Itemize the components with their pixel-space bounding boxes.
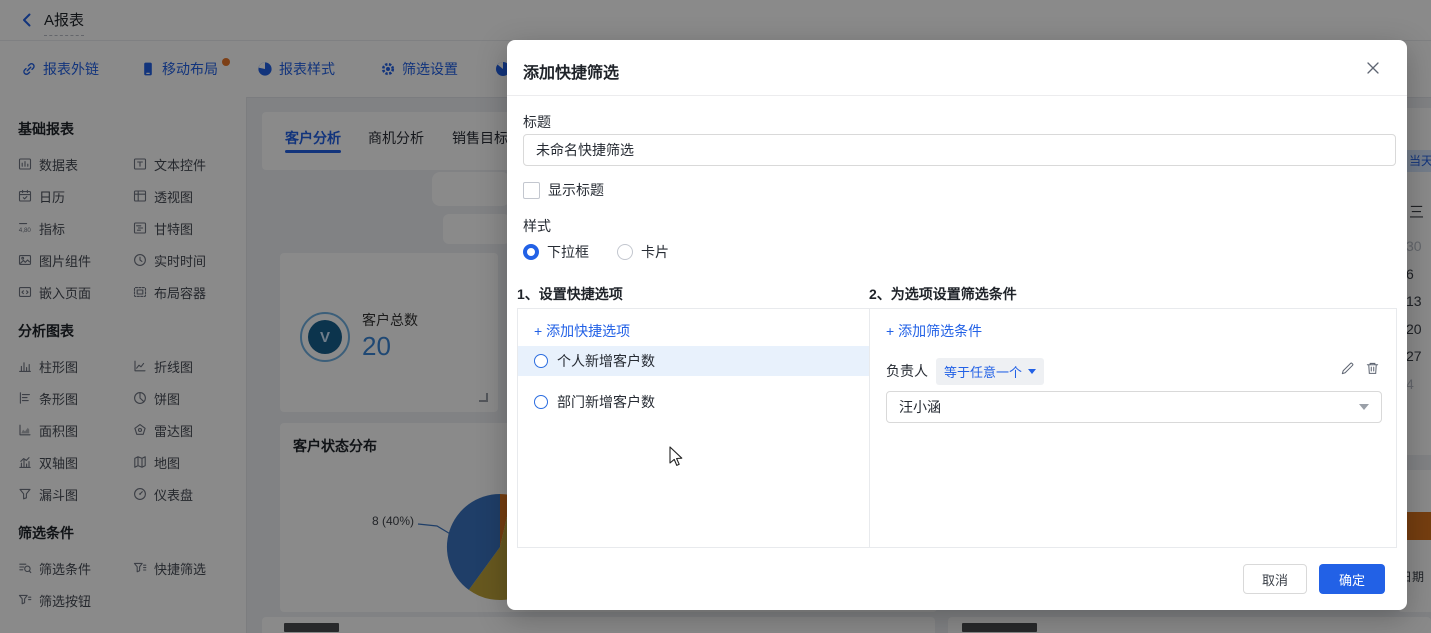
style-radio-group: 下拉框 卡片: [523, 242, 697, 262]
style-label: 样式: [523, 216, 551, 236]
trash-icon: [1365, 361, 1380, 376]
quick-options-panel: + 添加快捷选项 个人新增客户数部门新增客户数: [518, 309, 870, 547]
add-condition-link[interactable]: + 添加筛选条件: [886, 321, 982, 341]
show-title-label: 显示标题: [548, 180, 604, 200]
pencil-icon: [1340, 361, 1355, 376]
dialog-header: 添加快捷筛选: [507, 40, 1407, 96]
style-option-label: 卡片: [641, 242, 669, 262]
cancel-button[interactable]: 取消: [1243, 564, 1307, 594]
radio-unselected-icon[interactable]: [534, 354, 548, 368]
dialog-title: 添加快捷筛选: [523, 59, 619, 83]
condition-value: 汪小涵: [899, 397, 941, 417]
condition-field-label: 负责人: [886, 361, 928, 381]
confirm-button[interactable]: 确定: [1319, 564, 1385, 594]
quick-option-label: 个人新增客户数: [557, 351, 655, 371]
show-title-row: 显示标题: [523, 180, 604, 200]
condition-value-select[interactable]: 汪小涵: [886, 391, 1382, 423]
close-button[interactable]: [1365, 60, 1381, 76]
screen: A报表 报表外链移动布局报表样式筛选设置 基础报表数据表文本控件日历透视图4,8…: [0, 0, 1431, 633]
operator-dropdown[interactable]: 等于任意一个: [936, 358, 1044, 385]
add-quick-filter-dialog: 添加快捷筛选 标题 显示标题 样式 下拉框 卡片 1、设置快捷选项 2、为选项设置…: [507, 40, 1407, 610]
radio-unselected-icon[interactable]: [617, 244, 633, 260]
delete-condition-button[interactable]: [1365, 361, 1380, 376]
radio-unselected-icon[interactable]: [534, 395, 548, 409]
conditions-panel: + 添加筛选条件 负责人 等于任意一个: [870, 309, 1396, 547]
quick-option-label: 部门新增客户数: [557, 392, 655, 412]
condition-row: 负责人 等于任意一个: [886, 357, 1044, 385]
title-input[interactable]: [523, 134, 1396, 166]
operator-label: 等于任意一个: [944, 362, 1022, 381]
title-field-label: 标题: [523, 112, 551, 132]
quick-option-0[interactable]: 个人新增客户数: [518, 346, 869, 376]
filter-config-panel: + 添加快捷选项 个人新增客户数部门新增客户数 + 添加筛选条件 负责人 等于任…: [517, 308, 1397, 548]
right-section-heading: 2、为选项设置筛选条件: [869, 284, 1017, 304]
style-option-label: 下拉框: [547, 242, 589, 262]
left-section-heading: 1、设置快捷选项: [517, 284, 623, 304]
quick-option-1[interactable]: 部门新增客户数: [518, 387, 869, 417]
chevron-down-icon: [1028, 369, 1036, 374]
style-option-1[interactable]: 卡片: [617, 242, 669, 262]
edit-condition-button[interactable]: [1340, 361, 1355, 376]
close-icon: [1365, 60, 1381, 76]
show-title-checkbox[interactable]: [523, 182, 540, 199]
dialog-footer: 取消 确定: [1243, 564, 1385, 594]
radio-selected-icon[interactable]: [523, 244, 539, 260]
add-quick-option-link[interactable]: + 添加快捷选项: [534, 321, 630, 341]
condition-actions: [1340, 361, 1380, 376]
chevron-down-icon: [1359, 404, 1369, 410]
style-option-0[interactable]: 下拉框: [523, 242, 589, 262]
